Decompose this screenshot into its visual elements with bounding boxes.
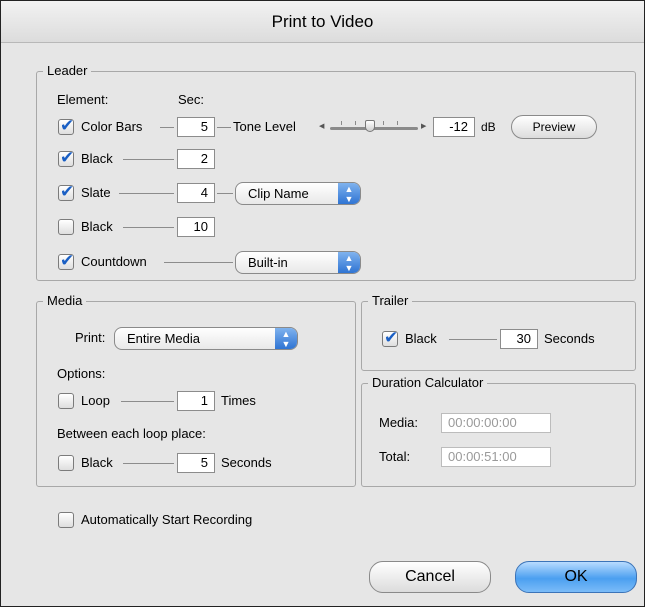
loop-label: Loop xyxy=(81,393,110,408)
connector-line xyxy=(160,127,174,128)
slider-tick xyxy=(397,121,398,125)
loop-unit: Times xyxy=(221,393,256,408)
black-1-label: Black xyxy=(81,151,113,166)
slider-tick xyxy=(341,121,342,125)
connector-line xyxy=(217,193,233,194)
ok-button[interactable]: OK xyxy=(515,561,637,593)
countdown-type-value: Built-in xyxy=(248,255,288,270)
countdown-type-popup[interactable]: Built-in ▲ ▼ xyxy=(235,251,361,274)
slider-min-arrow-icon: ◀ xyxy=(319,123,325,130)
popup-arrows-icon: ▲ ▼ xyxy=(275,328,297,349)
auto-record-label: Automatically Start Recording xyxy=(81,512,253,527)
black-2-label: Black xyxy=(81,219,113,234)
slate-sec-field[interactable]: 4 xyxy=(177,183,215,203)
black-1-sec-field[interactable]: 2 xyxy=(177,149,215,169)
leader-group: Leader xyxy=(36,63,636,281)
options-label: Options: xyxy=(57,366,106,381)
media-title: Media xyxy=(43,293,87,309)
connector-line xyxy=(123,463,174,464)
slider-max-arrow-icon: ▶ xyxy=(421,123,427,130)
popup-arrows-icon: ▲ ▼ xyxy=(338,252,360,273)
tone-level-unit: dB xyxy=(481,120,496,134)
connector-line xyxy=(119,193,174,194)
print-value: Entire Media xyxy=(127,331,200,346)
print-popup[interactable]: Entire Media ▲ ▼ xyxy=(114,327,298,350)
loop-checkbox[interactable] xyxy=(58,393,74,409)
between-loops-label: Between each loop place: xyxy=(57,426,206,441)
slider-tick xyxy=(383,121,384,125)
trailer-black-unit: Seconds xyxy=(544,331,595,346)
popup-arrows-icon: ▲ ▼ xyxy=(338,183,360,204)
slate-source-popup[interactable]: Clip Name ▲ ▼ xyxy=(235,182,361,205)
connector-line xyxy=(449,339,497,340)
trailer-title: Trailer xyxy=(368,293,413,309)
between-black-unit: Seconds xyxy=(221,455,272,470)
slate-checkbox[interactable] xyxy=(58,182,74,202)
cancel-button[interactable]: Cancel xyxy=(369,561,491,593)
countdown-checkbox[interactable] xyxy=(58,251,74,271)
slate-source-value: Clip Name xyxy=(248,186,309,201)
between-black-checkbox[interactable] xyxy=(58,455,74,471)
connector-line xyxy=(123,227,174,228)
duration-calculator-group: Duration Calculator xyxy=(361,375,636,487)
tone-level-slider[interactable]: ◀ ▶ xyxy=(319,117,429,137)
duration-total-label: Total: xyxy=(379,449,411,464)
auto-record-checkbox[interactable] xyxy=(58,512,74,528)
slate-label: Slate xyxy=(81,185,111,200)
trailer-black-label: Black xyxy=(405,331,437,346)
preview-button[interactable]: Preview xyxy=(511,115,597,139)
slider-thumb[interactable] xyxy=(365,120,375,132)
connector-line xyxy=(121,401,174,402)
trailer-black-field[interactable]: 30 xyxy=(500,329,538,349)
color-bars-label: Color Bars xyxy=(81,119,143,134)
print-label: Print: xyxy=(75,330,106,345)
connector-line xyxy=(164,262,233,263)
black-1-checkbox[interactable] xyxy=(58,148,74,168)
connector-line xyxy=(217,127,231,128)
element-header: Element: xyxy=(57,92,109,107)
tone-level-field[interactable]: -12 xyxy=(433,117,475,137)
print-to-video-dialog: Print to Video Leader Element: Sec: Colo… xyxy=(0,0,645,607)
sec-header: Sec: xyxy=(178,92,205,107)
loop-count-field[interactable]: 1 xyxy=(177,391,215,411)
leader-title: Leader xyxy=(43,63,92,79)
duration-calculator-title: Duration Calculator xyxy=(368,375,488,391)
trailer-black-checkbox[interactable] xyxy=(382,328,398,348)
color-bars-checkbox[interactable] xyxy=(58,116,74,136)
countdown-label: Countdown xyxy=(81,254,147,269)
between-black-field[interactable]: 5 xyxy=(177,453,215,473)
color-bars-sec-field[interactable]: 5 xyxy=(177,117,215,137)
window-title: Print to Video xyxy=(1,1,644,43)
black-2-sec-field[interactable]: 10 xyxy=(177,217,215,237)
between-black-label: Black xyxy=(81,455,113,470)
tone-level-label: Tone Level xyxy=(233,119,296,134)
duration-total-field: 00:00:51:00 xyxy=(441,447,551,467)
connector-line xyxy=(123,159,174,160)
duration-media-field: 00:00:00:00 xyxy=(441,413,551,433)
slider-tick xyxy=(355,121,356,125)
black-2-checkbox[interactable] xyxy=(58,219,74,235)
duration-media-label: Media: xyxy=(379,415,419,430)
